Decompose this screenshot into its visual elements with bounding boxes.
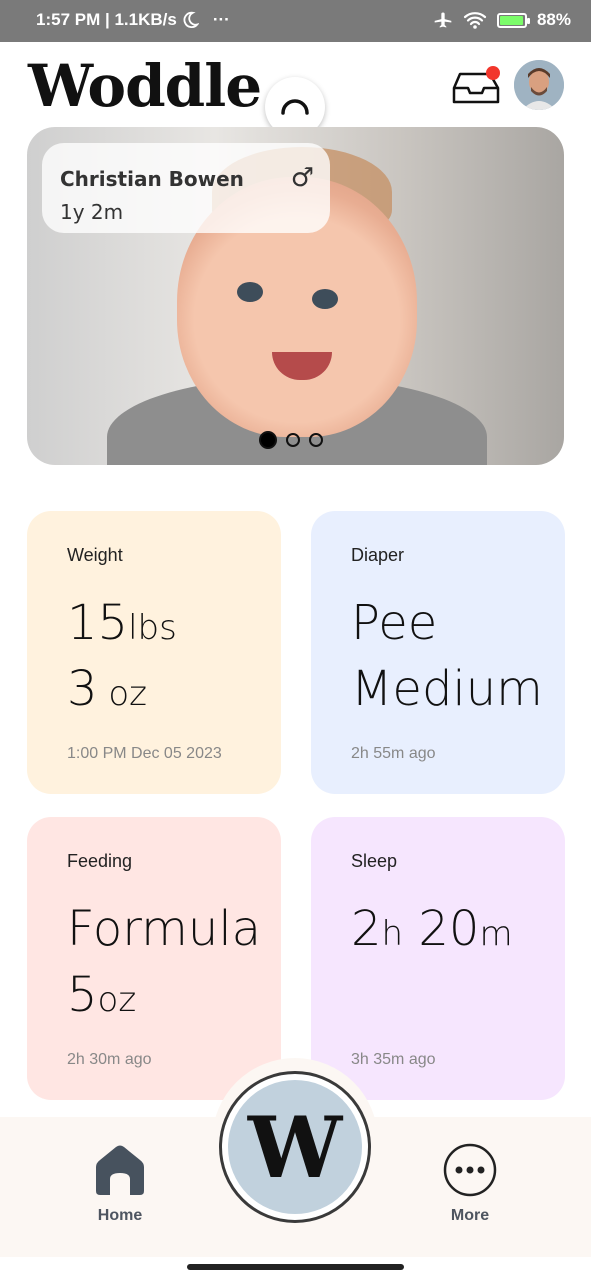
battery-icon: [496, 12, 530, 28]
nav-more[interactable]: More: [420, 1143, 520, 1225]
diaper-type: Pee: [351, 595, 438, 651]
baby-info-card[interactable]: Christian Bowen 1y 2m ♂: [42, 143, 330, 233]
carousel-dot[interactable]: [259, 431, 277, 449]
carousel-indicator: [259, 431, 323, 449]
card-timestamp: 2h 55m ago: [351, 745, 436, 762]
woddle-action-button[interactable]: W: [219, 1071, 371, 1223]
baby-age: 1y 2m: [60, 200, 124, 224]
card-label: Feeding: [67, 851, 133, 871]
spinner-icon: [281, 99, 309, 115]
feeding-type: Formula: [67, 901, 262, 957]
baby-name: Christian Bowen: [60, 167, 244, 191]
sleep-card[interactable]: Sleep 2h 20m 3h 35m ago: [311, 817, 565, 1100]
moon-icon: [183, 11, 199, 29]
more-icon: [443, 1143, 497, 1197]
card-timestamp: 1:00 PM Dec 05 2023: [67, 745, 222, 762]
photo-eye-left: [237, 282, 263, 302]
airplane-icon: [434, 12, 452, 28]
fab-letter: W: [228, 1080, 362, 1214]
card-label: Weight: [67, 545, 123, 565]
weight-value-lbs: 15lbs: [67, 595, 177, 651]
inbox-button[interactable]: [452, 66, 500, 106]
nav-home-label: Home: [97, 1207, 143, 1224]
card-label: Diaper: [351, 545, 405, 565]
app-logo: Woddle: [28, 52, 262, 120]
feeding-amount: 5oz: [67, 967, 137, 1023]
card-timestamp: 3h 35m ago: [351, 1051, 436, 1068]
nav-more-label: More: [450, 1207, 490, 1224]
carousel-dot[interactable]: [309, 433, 323, 447]
wifi-icon: [463, 12, 487, 29]
feeding-card[interactable]: Feeding Formula 5oz 2h 30m ago: [27, 817, 281, 1100]
photo-eye-right: [312, 289, 338, 309]
card-timestamp: 2h 30m ago: [67, 1051, 152, 1068]
nav-home[interactable]: Home: [70, 1143, 170, 1225]
battery-percent: 88%: [536, 10, 571, 29]
male-icon: ♂: [290, 163, 314, 193]
status-overflow: ···: [212, 10, 230, 29]
notification-dot: [486, 66, 500, 80]
card-label: Sleep: [351, 851, 398, 871]
sleep-duration: 2h 20m: [351, 901, 513, 957]
weight-value-oz: 3 oz: [67, 661, 148, 717]
status-left: 1:57 PM | 1.1KB/s ···: [36, 10, 230, 30]
baby-photo-carousel[interactable]: Christian Bowen 1y 2m ♂: [27, 127, 564, 465]
status-time: 1:57 PM | 1.1KB/s: [36, 10, 177, 29]
home-icon: [96, 1145, 144, 1195]
carousel-dot[interactable]: [286, 433, 300, 447]
status-right: 88%: [433, 10, 571, 30]
avatar-image: [514, 60, 564, 110]
weight-card[interactable]: Weight 15lbs 3 oz 1:00 PM Dec 05 2023: [27, 511, 281, 794]
diaper-amount: Medium: [351, 661, 543, 717]
status-bar: 1:57 PM | 1.1KB/s ··· 88%: [0, 0, 591, 42]
gesture-bar[interactable]: [187, 1264, 404, 1270]
user-avatar[interactable]: [514, 60, 564, 110]
diaper-card[interactable]: Diaper Pee Medium 2h 55m ago: [311, 511, 565, 794]
